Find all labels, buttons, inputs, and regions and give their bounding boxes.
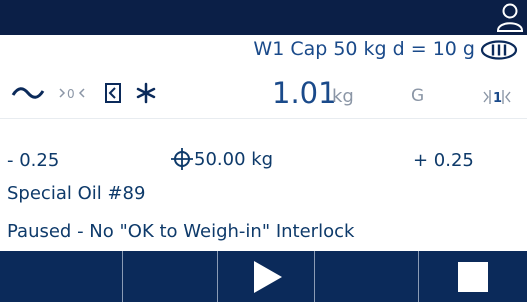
weight-display: 1.01 [272,76,337,110]
motion-icon [11,87,45,99]
svg-text:0: 0 [67,87,75,101]
asterisk-icon [136,82,156,104]
gross-mode-indicator: G [411,86,425,106]
target-icon [171,148,193,170]
softkey-2[interactable] [123,251,218,302]
softkey-bar [0,251,527,302]
divider [0,118,527,119]
center-of-zero-icon: 0 [59,87,85,101]
svg-text:1: 1 [493,91,502,106]
user-icon[interactable] [495,2,525,34]
under-tolerance: - 0.25 [7,150,60,171]
softkey-4[interactable] [315,251,419,302]
softkey-stop[interactable] [419,251,527,302]
scale-status-icon [105,83,121,103]
softkey-1[interactable] [0,251,123,302]
softkey-start[interactable] [218,251,315,302]
over-tolerance: + 0.25 [413,150,474,171]
status-message: Paused - No "OK to Weigh-in" Interlock [7,221,355,242]
weight-unit: kg [332,86,354,107]
metrology-line: W1 Cap 50 kg d = 10 g [253,38,475,60]
approval-class-III-icon [480,40,518,60]
top-status-bar [0,0,527,35]
stop-icon [458,261,488,292]
range-1-icon: 1 [483,90,511,106]
play-icon [254,260,282,293]
target-value: 50.00 kg [194,148,274,170]
material-name: Special Oil #89 [7,183,146,204]
target-weight: 50.00 kg [171,148,273,170]
